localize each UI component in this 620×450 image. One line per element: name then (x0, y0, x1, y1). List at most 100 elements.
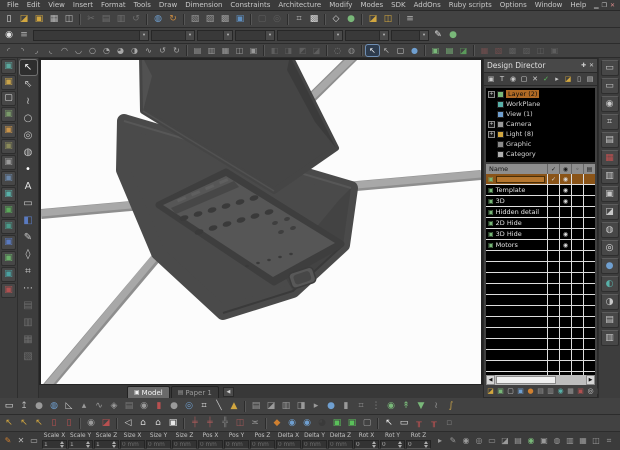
dd-b-red-icon[interactable]: ▣ (576, 386, 585, 396)
chevron-down-icon[interactable]: ▾ (333, 31, 342, 40)
lock-cell[interactable] (571, 185, 583, 195)
ba-fold-icon[interactable]: ◪ (264, 400, 278, 413)
scroll-left-icon[interactable]: ◀ (486, 375, 495, 385)
rotate-cw-icon[interactable]: ↻ (170, 45, 183, 56)
pen-tool-icon[interactable]: ✎ (20, 230, 37, 245)
print-cell[interactable] (583, 317, 595, 327)
menu-format[interactable]: Format (97, 1, 130, 9)
pin-icon[interactable]: ✚ (581, 62, 586, 69)
ba-triangle-ruler-icon[interactable]: ◺ (62, 400, 76, 413)
dd-b-page-icon[interactable]: ▢ (506, 386, 515, 396)
visibility-cell[interactable] (559, 328, 571, 338)
close-panel-icon[interactable]: ✕ (589, 62, 594, 69)
dd-b-sheet2-icon[interactable]: ▥ (546, 386, 555, 396)
clone-icon[interactable]: ◪ (457, 45, 470, 56)
visibility-cell[interactable]: ◉ (559, 185, 571, 195)
layer-name-edit-field[interactable] (495, 175, 545, 183)
check-cell[interactable] (547, 350, 559, 360)
layer-row[interactable]: ▣ ✓ ◉ (486, 174, 595, 185)
check-cell[interactable] (547, 185, 559, 195)
rt-shade-icon[interactable]: ◍ (600, 222, 619, 238)
lock-cell[interactable] (571, 174, 583, 184)
dd-list-icon[interactable]: ▤ (585, 74, 595, 85)
sheet-2-icon[interactable]: ▥ (205, 45, 218, 56)
menu-modify[interactable]: Modify (325, 1, 356, 9)
open-folder-icon[interactable]: ◪ (17, 13, 31, 26)
sr-shade-icon[interactable]: ◍ (551, 435, 563, 447)
property-combo-6[interactable]: ▾ (345, 30, 389, 41)
bb-lock-green-1-icon[interactable]: ▣ (330, 417, 344, 430)
lock-cell[interactable] (571, 306, 583, 316)
ba-dot-icon[interactable]: ● (167, 400, 181, 413)
sr-grid-icon[interactable]: ⌗ (603, 435, 615, 447)
new-file-icon[interactable]: ▯ (2, 13, 16, 26)
ba-sheet3-icon[interactable]: ▥ (279, 400, 293, 413)
layer-row-3d[interactable]: ▣ 3D ◉ (486, 196, 595, 207)
check-cell[interactable] (547, 262, 559, 272)
layer-row-3d-hide[interactable]: ▣ 3D Hide ◉ (486, 229, 595, 240)
rt-solid-icon[interactable]: ▣ (600, 186, 619, 202)
rt-render-icon[interactable]: ● (600, 258, 619, 274)
palette-amber-icon[interactable]: ▣ (1, 123, 16, 138)
select-tool-icon[interactable]: ↖ (18, 59, 38, 76)
spinner-icon[interactable] (59, 441, 65, 448)
lock-cell[interactable] (571, 240, 583, 250)
block-tool-icon[interactable]: ▦ (20, 332, 37, 347)
spinner-icon[interactable] (371, 441, 377, 448)
visibility-cell[interactable] (559, 317, 571, 327)
sr-win-icon[interactable]: ◫ (590, 435, 602, 447)
print-cell[interactable] (583, 339, 595, 349)
folder-search-icon[interactable]: ◫ (381, 13, 395, 26)
tree-item-light-8[interactable]: + Light (8) (486, 129, 595, 139)
lock-cell[interactable] (571, 229, 583, 239)
lock-cell[interactable] (571, 207, 583, 217)
property-combo-7[interactable]: ▾ (391, 30, 429, 41)
lock-cell[interactable] (571, 361, 583, 371)
chevron-down-icon[interactable]: ▾ (419, 31, 428, 40)
bb-ball-blue-1-icon[interactable]: ◉ (285, 417, 299, 430)
spline-tool-icon[interactable]: ∿ (142, 45, 155, 56)
field-input[interactable]: 0 (354, 440, 379, 449)
print-cell[interactable] (583, 361, 595, 371)
spinner-icon[interactable] (423, 441, 429, 448)
rt-ghost-icon[interactable]: ◑ (600, 294, 619, 310)
ba-ball2-icon[interactable]: ● (324, 400, 338, 413)
field-input[interactable]: 0 mm (302, 440, 327, 449)
print-cell[interactable] (583, 273, 595, 283)
bb-dim-red-2-icon[interactable]: ╪ (203, 417, 217, 430)
ba-up-icon[interactable]: ↥ (17, 400, 31, 413)
palette-red-icon[interactable]: ▣ (1, 283, 16, 298)
render-circle-icon[interactable]: ◎ (270, 13, 284, 26)
tab-nav-left-icon[interactable]: ◀ (222, 387, 234, 397)
dd-b-circle-icon[interactable]: ◎ (586, 386, 595, 396)
rt-layout2-icon[interactable]: ▥ (600, 330, 619, 346)
visibility-cell[interactable]: ◉ (559, 174, 571, 184)
window-cascade-icon[interactable]: ▨ (203, 13, 217, 26)
visibility-cell[interactable] (559, 306, 571, 316)
chevron-down-icon[interactable]: ▾ (223, 31, 232, 40)
bb-dim-red-1-icon[interactable]: ╪ (188, 417, 202, 430)
print-cell[interactable] (583, 295, 595, 305)
field-input[interactable]: 0 mm (250, 440, 275, 449)
ba-ring-icon[interactable]: ◎ (182, 400, 196, 413)
name-column-header[interactable]: Name (486, 164, 547, 174)
visibility-cell[interactable] (559, 251, 571, 261)
print-cell[interactable] (583, 262, 595, 272)
bb-dim-grey-icon[interactable]: ╬ (218, 417, 232, 430)
tree-item-camera[interactable]: + Camera (486, 119, 595, 129)
knife-icon[interactable]: ◇ (329, 13, 343, 26)
cut-icon[interactable]: ✂ (84, 13, 98, 26)
sr-pen-icon[interactable]: ✎ (447, 435, 459, 447)
sr-ring-icon[interactable]: ◎ (473, 435, 485, 447)
visibility-cell[interactable] (559, 273, 571, 283)
bb-equal-icon[interactable]: ≍ (248, 417, 262, 430)
ba-bar-icon[interactable]: ▮ (339, 400, 353, 413)
scroll-right-icon[interactable]: ▶ (586, 375, 595, 385)
dd-filter-icon[interactable]: ▣ (486, 74, 496, 85)
pencil-icon[interactable]: ✎ (431, 29, 445, 42)
visibility-cell[interactable] (559, 295, 571, 305)
dd-eye-icon[interactable]: ◉ (508, 74, 518, 85)
orbit-ball-icon[interactable]: ● (408, 45, 421, 56)
palette-moss-icon[interactable]: ▣ (1, 107, 16, 122)
ba-grid-icon[interactable]: ⌗ (197, 400, 211, 413)
